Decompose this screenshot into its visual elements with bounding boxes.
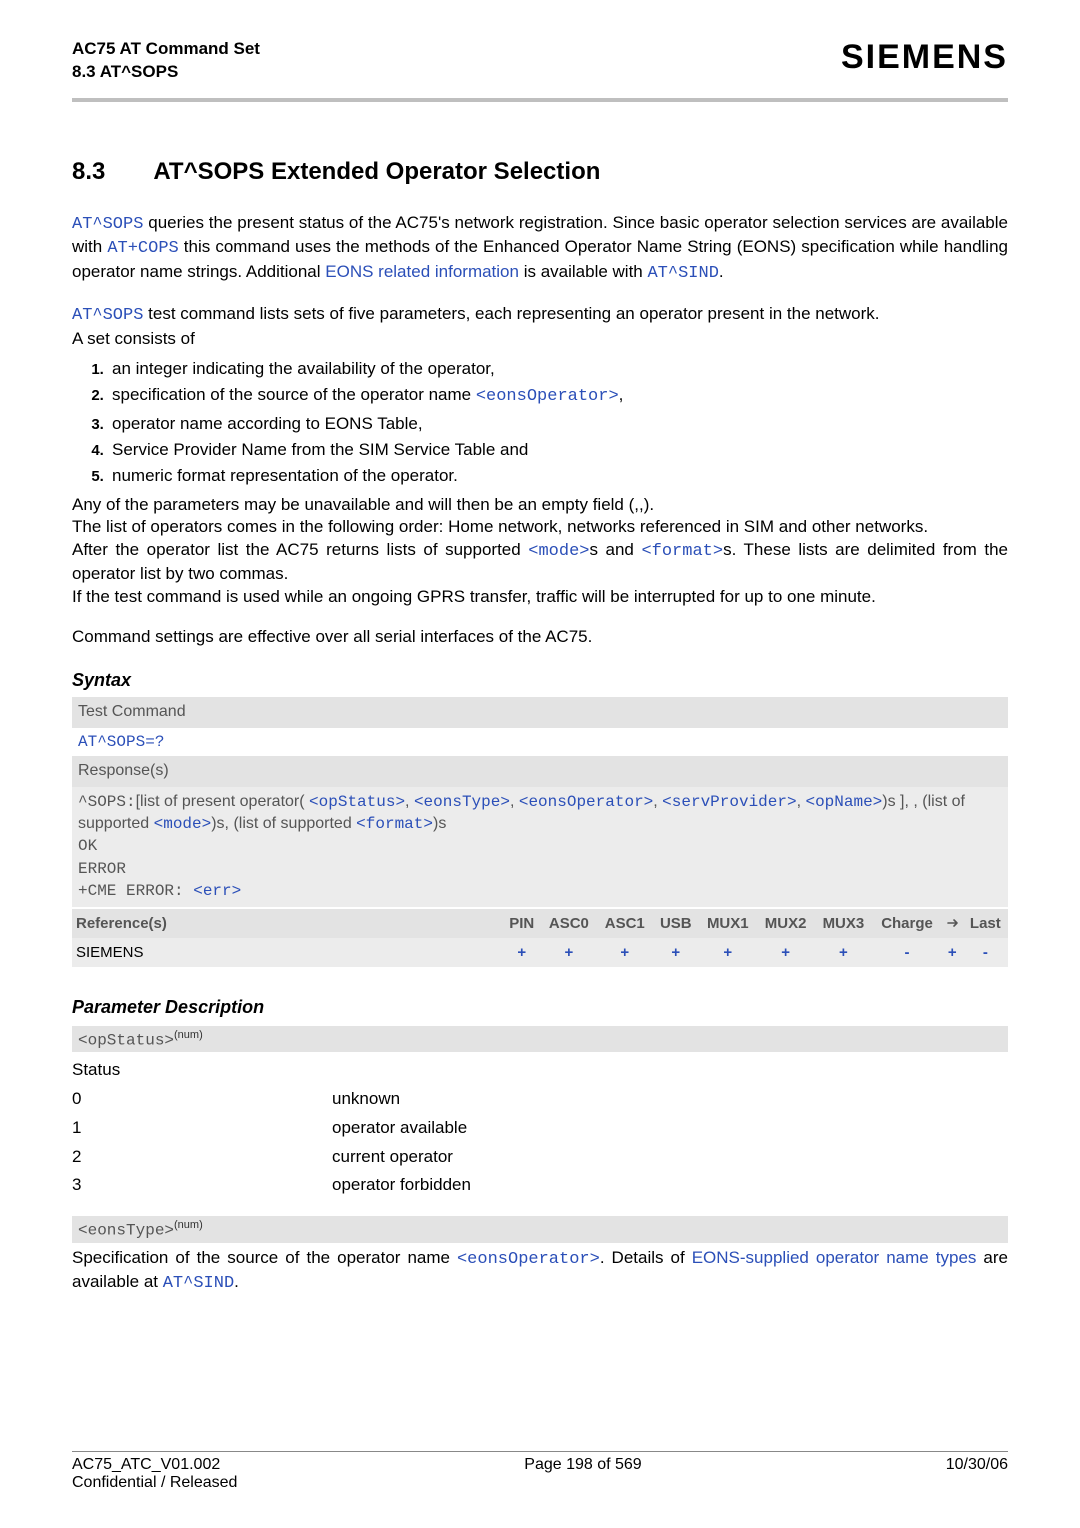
status-key-2: 2 bbox=[72, 1143, 332, 1172]
ref-col-usb: USB bbox=[653, 909, 699, 938]
ref-row-siemens: SIEMENS bbox=[72, 938, 503, 967]
link-format-2[interactable]: <format> bbox=[356, 815, 433, 833]
status-key-0: 0 bbox=[72, 1085, 332, 1114]
ref-col-mux2: MUX2 bbox=[757, 909, 815, 938]
brand-logo: SIEMENS bbox=[841, 38, 1008, 77]
step-4: Service Provider Name from the SIM Servi… bbox=[108, 437, 1008, 463]
doc-subtitle: 8.3 AT^SOPS bbox=[72, 61, 260, 84]
link-servprovider[interactable]: <servProvider> bbox=[662, 793, 796, 811]
status-val-1: operator available bbox=[332, 1118, 467, 1137]
status-val-3: operator forbidden bbox=[332, 1175, 471, 1194]
link-at-cops[interactable]: AT+COPS bbox=[107, 239, 178, 258]
link-format[interactable]: <format> bbox=[641, 542, 723, 561]
syntax-block: Test Command AT^SOPS=? Response(s) ^SOPS… bbox=[72, 697, 1008, 966]
intro-paragraph-2: AT^SOPS test command lists sets of five … bbox=[72, 303, 1008, 350]
section-cmd: AT^SOPS bbox=[153, 158, 264, 185]
link-at-sind[interactable]: AT^SIND bbox=[647, 264, 718, 283]
status-key-3: 3 bbox=[72, 1171, 332, 1200]
step-1: an integer indicating the availability o… bbox=[108, 356, 1008, 382]
section-cmd-title: Extended Operator Selection bbox=[271, 158, 600, 185]
param-eonstype-sup: (num) bbox=[174, 1219, 203, 1231]
ref-col-last: Last bbox=[963, 909, 1008, 938]
ref-col-references: Reference(s) bbox=[72, 909, 503, 938]
link-opstatus[interactable]: <opStatus> bbox=[309, 793, 405, 811]
link-eonstype[interactable]: <eonsType> bbox=[414, 793, 510, 811]
footer-doc-id: AC75_ATC_V01.002 bbox=[72, 1456, 220, 1473]
ref-cell: + bbox=[699, 938, 757, 967]
link-eonsoperator-3[interactable]: <eonsOperator> bbox=[457, 1250, 600, 1269]
link-eons-types[interactable]: EONS-supplied operator name types bbox=[692, 1248, 977, 1267]
ref-col-mux1: MUX1 bbox=[699, 909, 757, 938]
ref-cell: + bbox=[597, 938, 653, 967]
page-footer: AC75_ATC_V01.002 Page 198 of 569 10/30/0… bbox=[72, 1451, 1008, 1492]
ref-cell: + bbox=[942, 938, 963, 967]
step-2: specification of the source of the opera… bbox=[108, 382, 1008, 410]
syntax-response-label: Response(s) bbox=[72, 756, 1008, 786]
param-opstatus: <opStatus>(num) Status 0unknown 1operato… bbox=[72, 1026, 1008, 1201]
status-val-2: current operator bbox=[332, 1147, 453, 1166]
param-eonstype: <eonsType>(num) Specification of the sou… bbox=[72, 1216, 1008, 1295]
ref-col-asc0: ASC0 bbox=[541, 909, 597, 938]
ref-cell: + bbox=[815, 938, 873, 967]
syntax-error: ERROR bbox=[78, 860, 126, 878]
link-eonsoperator-2[interactable]: <eonsOperator> bbox=[519, 793, 653, 811]
syntax-response-body: ^SOPS:[list of present operator( <opStat… bbox=[72, 787, 1008, 907]
ref-cell: + bbox=[757, 938, 815, 967]
effective-note: Command settings are effective over all … bbox=[72, 626, 1008, 648]
ref-col-mux3: MUX3 bbox=[815, 909, 873, 938]
ref-col-charge: Charge bbox=[872, 909, 941, 938]
footer-page: Page 198 of 569 bbox=[524, 1456, 641, 1474]
link-mode[interactable]: <mode> bbox=[528, 542, 589, 561]
after-notes: Any of the parameters may be unavailable… bbox=[72, 494, 1008, 608]
ref-col-asc1: ASC1 bbox=[597, 909, 653, 938]
step-3: operator name according to EONS Table, bbox=[108, 411, 1008, 437]
param-opstatus-sup: (num) bbox=[174, 1029, 203, 1041]
param-eonstype-name: <eonsType> bbox=[78, 1222, 174, 1240]
ref-cell: + bbox=[541, 938, 597, 967]
step-5: numeric format representation of the ope… bbox=[108, 463, 1008, 489]
link-eonsoperator[interactable]: <eonsOperator> bbox=[476, 387, 619, 406]
link-err[interactable]: <err> bbox=[193, 882, 241, 900]
intro-paragraph-1: AT^SOPS queries the present status of th… bbox=[72, 212, 1008, 285]
link-eons-info[interactable]: EONS related information bbox=[325, 262, 519, 281]
footer-date: 10/30/06 bbox=[946, 1456, 1008, 1474]
status-val-0: unknown bbox=[332, 1089, 400, 1108]
status-key-1: 1 bbox=[72, 1114, 332, 1143]
link-opname[interactable]: <opName> bbox=[805, 793, 882, 811]
syntax-heading: Syntax bbox=[72, 670, 1008, 691]
steps-list: an integer indicating the availability o… bbox=[108, 356, 1008, 490]
syntax-ok: OK bbox=[78, 837, 97, 855]
ref-col-pin: PIN bbox=[503, 909, 541, 938]
ref-col-airplane bbox=[942, 909, 963, 938]
link-at-sind-2[interactable]: AT^SIND bbox=[163, 1274, 234, 1293]
syntax-at-line: AT^SOPS=? bbox=[72, 728, 1008, 756]
ref-cell: - bbox=[872, 938, 941, 967]
param-opstatus-name: <opStatus> bbox=[78, 1031, 174, 1049]
doc-title: AC75 AT Command Set bbox=[72, 38, 260, 61]
reference-table: Reference(s) PIN ASC0 ASC1 USB MUX1 MUX2… bbox=[72, 909, 1008, 967]
syntax-testcmd-label: Test Command bbox=[72, 697, 1008, 727]
link-at-sops-2[interactable]: AT^SOPS bbox=[72, 306, 143, 325]
ref-cell: + bbox=[653, 938, 699, 967]
link-at-sops[interactable]: AT^SOPS bbox=[72, 215, 143, 234]
param-heading: Parameter Description bbox=[72, 997, 1008, 1018]
status-label: Status bbox=[72, 1056, 1008, 1085]
link-mode-2[interactable]: <mode> bbox=[154, 815, 212, 833]
ref-cell: + bbox=[503, 938, 541, 967]
section-number: 8.3 bbox=[72, 158, 105, 186]
ref-cell: - bbox=[963, 938, 1008, 967]
section-heading: 8.3 AT^SOPS Extended Operator Selection bbox=[72, 102, 1008, 186]
airplane-icon bbox=[947, 913, 957, 923]
footer-confidential: Confidential / Released bbox=[72, 1474, 1008, 1492]
